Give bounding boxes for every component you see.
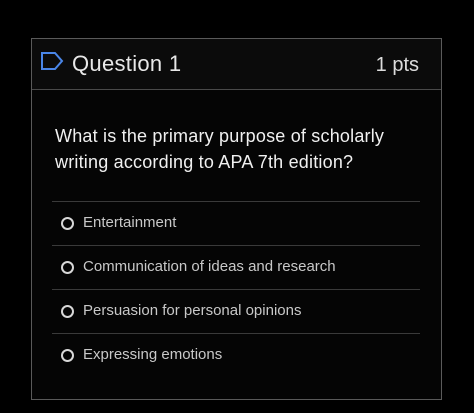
question-points: 1 pts <box>375 54 419 76</box>
answer-label[interactable]: Communication of ideas and research <box>83 257 336 277</box>
flag-outline-icon[interactable] <box>40 51 66 71</box>
answer-list: Entertainment Communication of ideas and… <box>52 201 420 377</box>
answer-label[interactable]: Entertainment <box>83 213 176 233</box>
answer-label[interactable]: Expressing emotions <box>83 345 222 365</box>
question-card: Question 1 1 pts What is the primary pur… <box>31 38 442 400</box>
radio-button[interactable] <box>61 349 74 362</box>
answer-option[interactable]: Communication of ideas and research <box>52 245 420 289</box>
answer-option[interactable]: Persuasion for personal opinions <box>52 289 420 333</box>
radio-button[interactable] <box>61 305 74 318</box>
question-header: Question 1 1 pts <box>32 39 441 90</box>
answer-label[interactable]: Persuasion for personal opinions <box>83 301 301 321</box>
radio-button[interactable] <box>61 217 74 230</box>
question-title: Question 1 <box>72 51 182 76</box>
answer-option[interactable]: Expressing emotions <box>52 333 420 377</box>
answer-option[interactable]: Entertainment <box>52 201 420 245</box>
question-text: What is the primary purpose of scholarly… <box>55 126 385 172</box>
radio-button[interactable] <box>61 261 74 274</box>
